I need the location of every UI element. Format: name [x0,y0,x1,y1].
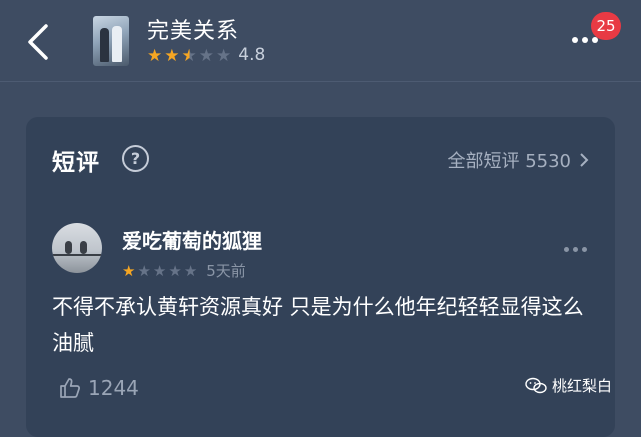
review-username[interactable]: 爱吃葡萄的狐狸 [122,225,262,254]
app-header: 完美关系 ★ ★ ★ ★ ★ 4.8 25 [0,0,641,80]
rating-stars: ★ ★ ★ ★ ★ [122,261,199,280]
review-text: 不得不承认黄轩资源真好 只是为什么他年纪轻轻显得这么油腻 [52,295,584,355]
poster-figure [112,26,122,62]
watermark: 桃红梨白 [525,375,612,396]
thumbs-up-icon[interactable] [58,376,82,400]
chevron-right-icon [580,153,589,167]
review-time: 5天前 [206,262,246,280]
star-icon: ★ [164,45,180,66]
star-icon: ★ [183,262,198,280]
help-icon[interactable]: ? [122,145,149,172]
star-icon: ★ [122,262,136,280]
wechat-icon [525,377,547,393]
rating-value: 4.8 [238,45,266,65]
like-count: 1244 [88,376,139,400]
star-icon: ★ [198,45,214,66]
notification-badge: 25 [591,12,621,40]
star-icon: ★ [216,45,232,66]
star-icon: ★ [147,45,163,66]
watermark-text: 桃红梨白 [552,377,613,395]
avatar[interactable] [52,223,102,273]
review-rating: ★ ★ ★ ★ ★ 5天前 [122,260,246,281]
show-title: 完美关系 [147,19,240,44]
show-rating: ★ ★ ★ ★ ★ 4.8 [147,45,265,65]
star-icon: ★ [152,262,167,280]
star-icon: ★ [137,262,151,280]
poster-figure [100,28,109,62]
review-more-icon[interactable] [564,247,591,252]
all-reviews-label: 全部短评 5530 [447,151,571,172]
star-icon: ★ [181,45,197,66]
rating-stars: ★ ★ ★ ★ ★ [147,46,233,65]
all-reviews-link[interactable]: 全部短评 5530 [447,147,589,173]
star-icon: ★ [168,262,182,280]
back-arrow-icon[interactable] [22,20,56,64]
divider [0,81,641,82]
section-title: 短评 [52,150,100,176]
show-poster[interactable] [93,16,129,66]
